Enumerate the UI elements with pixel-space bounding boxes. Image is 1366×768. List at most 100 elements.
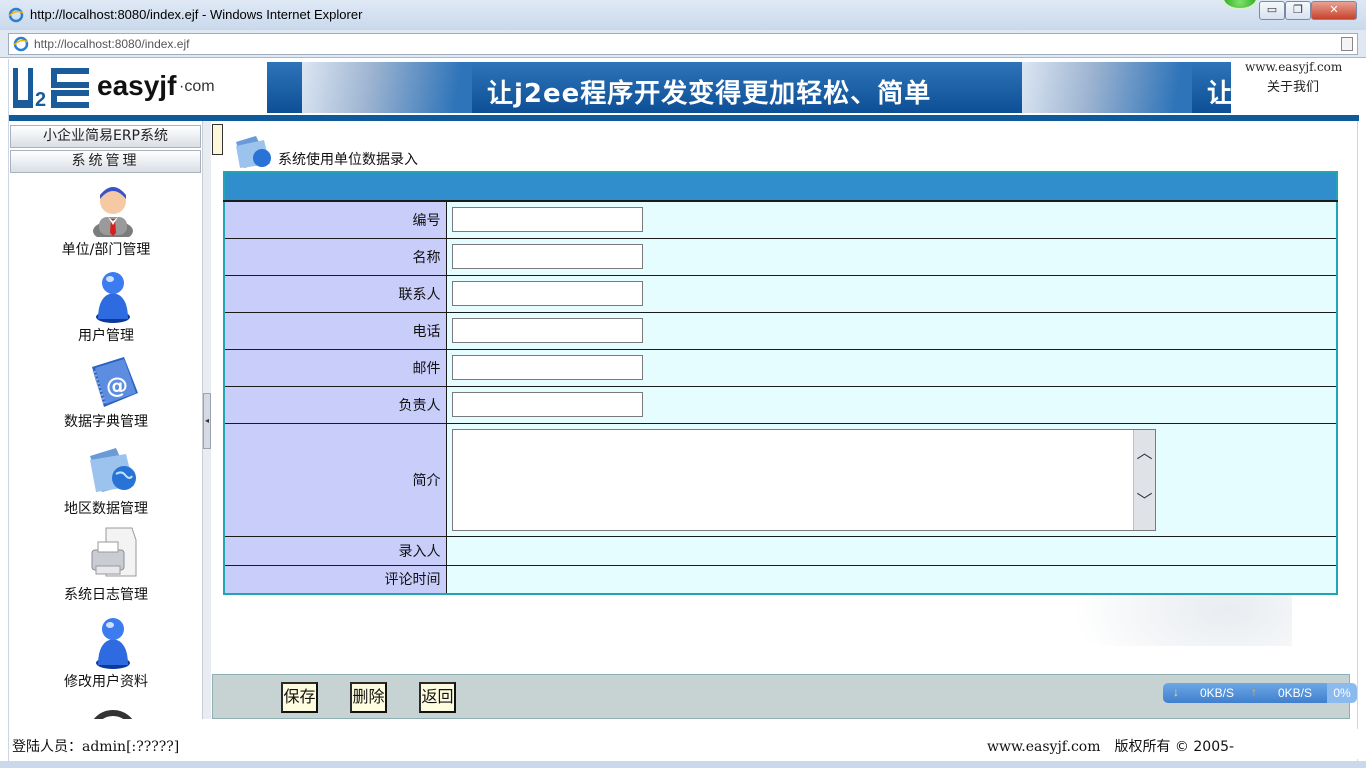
address-book-icon: @ bbox=[92, 357, 138, 407]
web-page: 2 easyjf ·com 让j2ee程序开发变得更加轻松、简单 让 www.e… bbox=[8, 59, 1359, 761]
logo-text: easyjf bbox=[97, 70, 177, 101]
form-title: 系统使用单位数据录入 bbox=[278, 152, 418, 168]
internet-explorer-icon bbox=[13, 36, 29, 52]
internet-explorer-icon bbox=[8, 7, 24, 23]
status-orb-icon bbox=[1222, 0, 1258, 10]
form-row-comment-time: 评论时间 bbox=[223, 564, 1338, 595]
sidebar-splitter[interactable]: ◂ bbox=[202, 121, 211, 719]
sidebar-item-unit-department[interactable]: 单位/部门管理 bbox=[29, 181, 183, 263]
form-row-email: 邮件 bbox=[223, 348, 1338, 387]
sidebar-item-label: 用户管理 bbox=[78, 328, 134, 344]
login-user: admin[:?????] bbox=[82, 739, 180, 755]
sidebar-item-data-dictionary[interactable]: @ 数据字典管理 bbox=[29, 353, 183, 435]
field-label: 联系人 bbox=[223, 274, 447, 313]
page-footer: 登陆人员：admin[:?????] www.easyjf.com 版权所有 © … bbox=[9, 729, 1359, 759]
field-label: 录入人 bbox=[223, 535, 447, 566]
field-label: 名称 bbox=[223, 237, 447, 276]
frame-marker bbox=[212, 124, 223, 155]
sidebar-item-edit-profile[interactable]: 修改用户资料 bbox=[29, 613, 183, 695]
window-title: http://localhost:8080/index.ejf - Window… bbox=[30, 7, 363, 22]
user-person-icon bbox=[96, 272, 130, 323]
j2ee-logo-icon: 2 bbox=[11, 66, 91, 110]
sidebar-item-partial[interactable] bbox=[29, 707, 183, 719]
main-content: 系统使用单位数据录入 编号 名称 联系人 电话 邮件 负责人 简介 ︿ ﹀ 录入… bbox=[212, 121, 1357, 719]
address-input[interactable]: http://localhost:8080/index.ejf bbox=[8, 33, 1358, 55]
form-row-contact: 联系人 bbox=[223, 274, 1338, 313]
window-title-bar: http://localhost:8080/index.ejf - Window… bbox=[0, 0, 1366, 30]
copyright-text: 版权所有 © 2005- bbox=[1114, 739, 1235, 755]
form-row-name: 名称 bbox=[223, 237, 1338, 276]
svg-text:2: 2 bbox=[35, 89, 46, 110]
scroll-down-icon[interactable]: ﹀ bbox=[1136, 491, 1154, 510]
close-window-button[interactable]: ✕ bbox=[1311, 1, 1357, 20]
svg-text:@: @ bbox=[106, 374, 128, 399]
textarea-scrollbar[interactable]: ︿ ﹀ bbox=[1132, 429, 1155, 530]
slogan-text-repeat: 让 bbox=[1207, 79, 1231, 109]
form-row-code: 编号 bbox=[223, 200, 1338, 239]
email-input[interactable] bbox=[451, 355, 643, 380]
sidebar-item-label: 地区数据管理 bbox=[64, 501, 148, 517]
delete-button[interactable]: 删除 bbox=[350, 682, 387, 713]
handshake-image-icon bbox=[1022, 62, 1192, 113]
action-bar: 保存 删除 返回 ↓ 0KB/S ↑ 0KB/S 0% bbox=[212, 674, 1357, 719]
speed-percent: 0% bbox=[1327, 683, 1357, 703]
sidebar-item-system-log[interactable]: 系统日志管理 bbox=[29, 526, 183, 608]
save-button[interactable]: 保存 bbox=[281, 682, 318, 713]
slogan-text: 让j2ee程序开发变得更加轻松、简单 bbox=[487, 79, 932, 109]
about-us-link[interactable]: 关于我们 bbox=[1267, 76, 1319, 95]
sidebar-item-label: 修改用户资料 bbox=[64, 674, 148, 690]
form-row-phone: 电话 bbox=[223, 311, 1338, 350]
sidebar: 小企业简易ERP系统 系统管理 单位/部门管理 用户管理 @ 数据字典管理 地区… bbox=[9, 121, 204, 719]
address-url: http://localhost:8080/index.ejf bbox=[34, 37, 190, 51]
field-label: 电话 bbox=[223, 311, 447, 350]
phone-input[interactable] bbox=[451, 318, 643, 343]
sidebar-item-users[interactable]: 用户管理 bbox=[29, 267, 183, 349]
sidebar-item-label: 系统日志管理 bbox=[64, 587, 148, 603]
network-speed-meter: ↓ 0KB/S ↑ 0KB/S 0% bbox=[1163, 683, 1357, 703]
field-label: 负责人 bbox=[223, 385, 447, 424]
sidebar-item-label: 数据字典管理 bbox=[64, 414, 148, 430]
logo-com: ·com bbox=[179, 78, 215, 95]
download-speed: 0KB/S bbox=[1200, 686, 1235, 700]
login-info: 登陆人员：admin[:?????] bbox=[12, 736, 179, 756]
window-bottom-frame bbox=[0, 761, 1366, 768]
minimize-button[interactable]: ▭ bbox=[1259, 1, 1285, 20]
form-row-intro: 简介 ︿ ﹀ bbox=[223, 422, 1338, 537]
field-label: 编号 bbox=[223, 200, 447, 239]
sidebar-item-label: 单位/部门管理 bbox=[61, 242, 151, 258]
download-arrow-icon: ↓ bbox=[1173, 685, 1179, 699]
entered-by-value bbox=[445, 535, 1338, 566]
back-button[interactable]: 返回 bbox=[419, 682, 456, 713]
contact-input[interactable] bbox=[451, 281, 643, 306]
field-label: 评论时间 bbox=[223, 564, 447, 595]
easyjf-logo[interactable]: 2 easyjf ·com bbox=[9, 62, 249, 112]
name-input[interactable] bbox=[451, 244, 643, 269]
upload-arrow-icon: ↑ bbox=[1251, 685, 1257, 699]
folder-globe-icon bbox=[236, 136, 271, 168]
printer-icon bbox=[91, 527, 137, 577]
intro-textarea[interactable] bbox=[452, 429, 1133, 530]
scroll-up-icon[interactable]: ︿ bbox=[1136, 443, 1154, 462]
menu-system-title[interactable]: 小企业简易ERP系统 bbox=[10, 125, 201, 148]
comment-time-value bbox=[445, 564, 1338, 595]
intro-textarea-wrapper: ︿ ﹀ bbox=[451, 428, 1156, 531]
slogan-banner: 让j2ee程序开发变得更加轻松、简单 让 bbox=[267, 62, 1231, 113]
folder-globe-icon bbox=[90, 448, 136, 492]
field-label: 邮件 bbox=[223, 348, 447, 387]
maximize-button[interactable]: ❐ bbox=[1285, 1, 1311, 20]
manager-person-icon bbox=[93, 187, 133, 237]
page-icon[interactable] bbox=[1341, 37, 1353, 51]
collapse-sidebar-handle[interactable]: ◂ bbox=[203, 393, 211, 449]
sidebar-item-region-data[interactable]: 地区数据管理 bbox=[29, 440, 183, 522]
address-bar: http://localhost:8080/index.ejf bbox=[0, 30, 1366, 58]
menu-section-system-management[interactable]: 系统管理 bbox=[10, 150, 201, 173]
upload-speed: 0KB/S bbox=[1278, 686, 1313, 700]
form-header-row bbox=[223, 171, 1338, 202]
site-banner: 2 easyjf ·com 让j2ee程序开发变得更加轻松、简单 让 www.e… bbox=[9, 59, 1359, 117]
user-person-icon bbox=[96, 618, 130, 669]
code-input[interactable] bbox=[451, 207, 643, 233]
field-label: 简介 bbox=[223, 422, 447, 537]
footer-site-link[interactable]: www.easyjf.com bbox=[987, 739, 1100, 755]
site-link[interactable]: www.easyjf.com bbox=[1245, 60, 1342, 74]
manager-input[interactable] bbox=[451, 392, 643, 417]
